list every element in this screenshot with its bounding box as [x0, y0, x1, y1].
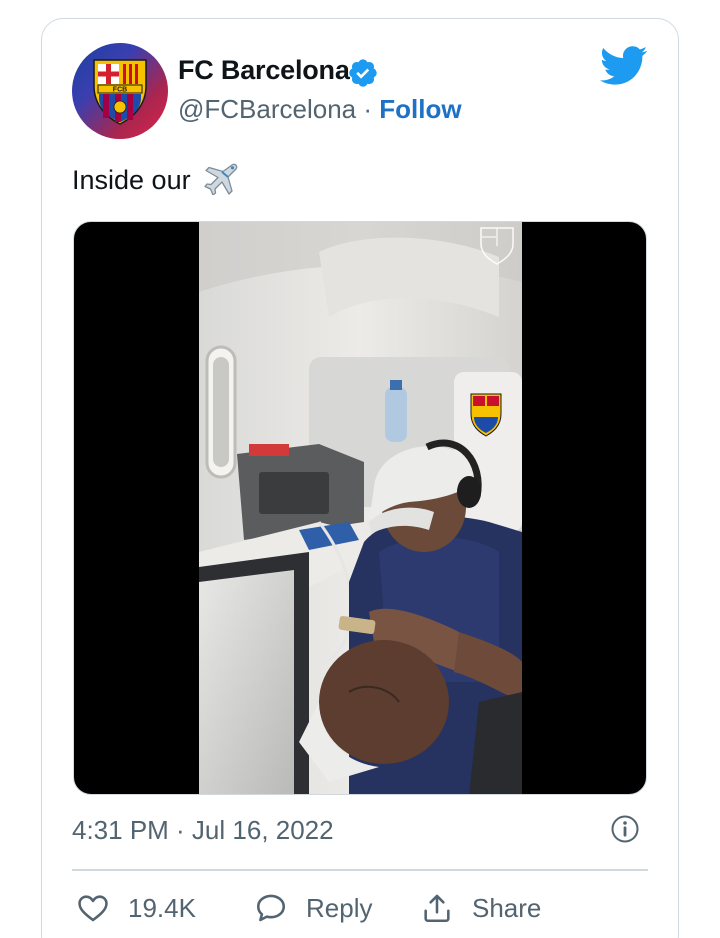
- tweet-text-body: Inside our: [72, 165, 191, 195]
- tweet-timestamp[interactable]: 4:31 PM · Jul 16, 2022: [72, 815, 334, 846]
- author-handle[interactable]: @FCBarcelona: [178, 94, 356, 124]
- svg-text:FCB: FCB: [113, 87, 127, 94]
- author-handle-line: @FCBarcelona · Follow: [178, 94, 462, 125]
- verified-badge-icon: [349, 59, 377, 87]
- action-divider: [72, 869, 648, 871]
- like-count: 19.4K: [128, 892, 196, 923]
- share-button[interactable]: Share: [420, 890, 541, 926]
- tweet-text: Inside our: [72, 163, 238, 196]
- author-display-name[interactable]: FC Barcelona: [178, 55, 350, 86]
- share-icon: [424, 894, 450, 923]
- airplane-emoji-icon: [204, 163, 238, 195]
- share-label: Share: [472, 892, 542, 923]
- handle-separator: ·: [363, 94, 373, 124]
- reply-label: Reply: [306, 892, 373, 923]
- author-avatar[interactable]: FCB: [72, 43, 168, 139]
- follow-button[interactable]: Follow: [379, 94, 461, 124]
- twitter-bird-icon[interactable]: [600, 46, 648, 86]
- heart-icon: [78, 895, 108, 922]
- fcb-crest-logo: FCB: [93, 59, 147, 125]
- reply-bubble-icon: [256, 894, 286, 922]
- reply-button[interactable]: Reply: [254, 890, 372, 926]
- like-button[interactable]: 19.4K: [76, 890, 196, 926]
- info-icon[interactable]: [610, 814, 640, 844]
- video-thumbnail: [199, 222, 522, 794]
- tweet-video[interactable]: [73, 221, 647, 795]
